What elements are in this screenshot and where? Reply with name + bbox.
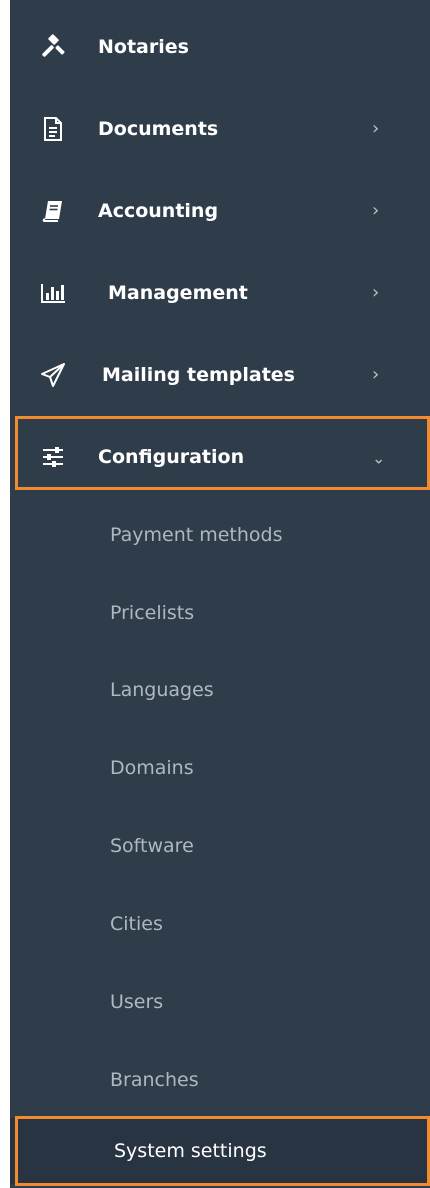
nav-item-mailing-templates[interactable]: Mailing templates › (10, 336, 430, 414)
subnav-item-label: Domains (110, 757, 194, 779)
chevron-right-icon: › (372, 364, 380, 385)
sidebar-nav: Notaries Documents › Accounting › Manage… (10, 0, 430, 1188)
subnav-item-label: Pricelists (110, 602, 195, 624)
subnav-item-label: Payment methods (110, 524, 283, 546)
bar-chart-icon (40, 280, 66, 306)
nav-item-label: Accounting (98, 200, 219, 222)
nav-item-label: Documents (98, 118, 219, 140)
nav-item-label: Management (108, 282, 248, 304)
nav-item-label: Configuration (98, 446, 245, 468)
nav-item-documents[interactable]: Documents › (10, 90, 430, 168)
paper-plane-icon (40, 362, 66, 388)
subnav-item-cities[interactable]: Cities (10, 896, 430, 952)
subnav-item-label: Branches (110, 1069, 199, 1091)
subnav-item-domains[interactable]: Domains (10, 740, 430, 796)
nav-item-configuration[interactable]: Configuration ⌄ (10, 418, 430, 496)
nav-item-management[interactable]: Management › (10, 254, 430, 332)
chevron-right-icon: › (372, 118, 380, 139)
book-icon (40, 198, 66, 224)
nav-item-notaries[interactable]: Notaries (10, 8, 430, 86)
nav-item-accounting[interactable]: Accounting › (10, 172, 430, 250)
chevron-right-icon: › (372, 282, 380, 303)
subnav-item-system-settings[interactable]: System settings (10, 1118, 430, 1184)
subnav-item-label: Cities (110, 913, 163, 935)
document-icon (40, 116, 66, 142)
subnav-item-languages[interactable]: Languages (10, 662, 430, 718)
nav-item-label: Mailing templates (102, 364, 295, 386)
subnav-item-users[interactable]: Users (10, 974, 430, 1030)
subnav-item-payment-methods[interactable]: Payment methods (10, 507, 430, 563)
subnav-item-label: Software (110, 835, 194, 857)
gavel-icon (40, 34, 66, 60)
subnav-item-label: Languages (110, 679, 214, 701)
sliders-icon (40, 444, 66, 470)
chevron-down-icon: ⌄ (372, 448, 386, 468)
subnav-item-pricelists[interactable]: Pricelists (10, 585, 430, 641)
chevron-right-icon: › (372, 200, 380, 221)
subnav-item-software[interactable]: Software (10, 818, 430, 874)
subnav-item-label: Users (110, 991, 164, 1013)
subnav-item-label: System settings (114, 1140, 267, 1162)
subnav-item-branches[interactable]: Branches (10, 1052, 430, 1108)
nav-item-label: Notaries (98, 36, 189, 58)
